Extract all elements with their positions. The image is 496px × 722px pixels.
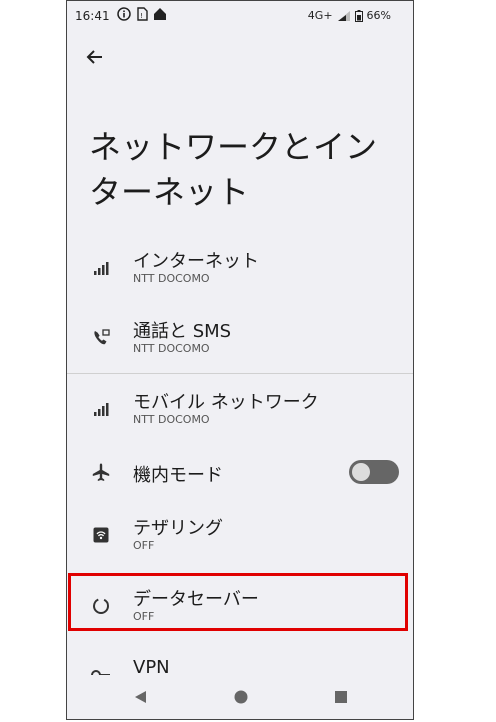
item-label: モバイル ネットワーク (133, 392, 319, 413)
signal-strength-icon (337, 10, 350, 21)
sim-icon: ! (137, 7, 148, 21)
nav-recents-square-icon[interactable] (333, 689, 349, 705)
item-subtitle: NTT DOCOMO (133, 413, 210, 426)
home-icon (154, 8, 166, 20)
item-label: 機内モード (133, 465, 223, 486)
navigation-bar (67, 675, 413, 719)
item-subtitle: NTT DOCOMO (133, 342, 210, 355)
airplane-mode-toggle[interactable] (349, 460, 399, 484)
item-label: テザリング (133, 518, 223, 539)
signal-icon (89, 256, 113, 280)
item-subtitle: OFF (133, 539, 155, 552)
list-item-tethering[interactable]: テザリング OFF (67, 504, 413, 566)
item-subtitle: NTT DOCOMO (133, 272, 210, 285)
hotspot-icon (89, 523, 113, 547)
item-label: インターネット (133, 251, 259, 272)
highlight-box (68, 573, 408, 631)
airplane-icon (89, 460, 113, 484)
back-button[interactable] (81, 43, 109, 71)
info-icon (117, 7, 131, 21)
list-item-mobile-network[interactable]: モバイル ネットワーク NTT DOCOMO (67, 378, 413, 440)
item-label: 通話と SMS (133, 321, 232, 342)
battery-icon (354, 9, 363, 22)
nav-back-triangle-icon[interactable] (133, 689, 149, 705)
nav-home-circle-icon[interactable] (233, 689, 249, 705)
signal-icon (89, 397, 113, 421)
toggle-knob (352, 463, 370, 481)
section-divider (67, 373, 413, 374)
list-item-airplane-mode[interactable]: 機内モード (67, 441, 413, 503)
status-right: 4G+ 66% (308, 9, 391, 22)
list-item-internet[interactable]: インターネット NTT DOCOMO (67, 237, 413, 299)
status-bar: 16:41 ! 4G+ 66% (67, 1, 413, 33)
arrow-left-icon (86, 50, 102, 64)
page-title: ネットワークとインターネット (89, 128, 378, 211)
network-type: 4G+ (307, 9, 333, 22)
status-notification-icons: ! (117, 7, 167, 21)
call-sms-icon (89, 326, 113, 350)
battery-level: 66% (366, 9, 391, 22)
list-item-calls-sms[interactable]: 通話と SMS NTT DOCOMO (67, 307, 413, 369)
phone-screen: 16:41 ! 4G+ 66% ネットワークとインターネット インターネット N… (66, 0, 414, 720)
status-time: 16:41 (75, 9, 110, 23)
svg-text:!: ! (140, 12, 143, 20)
